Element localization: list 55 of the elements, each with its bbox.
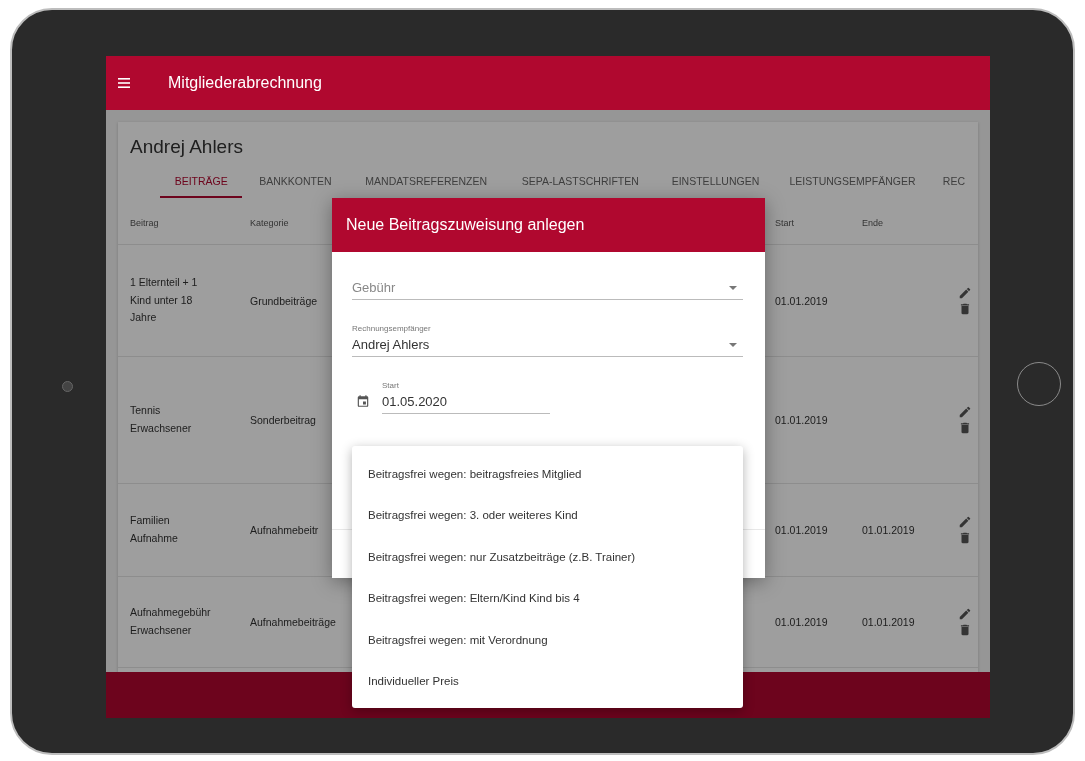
menu-icon[interactable]: [118, 78, 130, 88]
table-cell-text: Familien Aufnahme: [130, 513, 179, 546]
app-title: Mitgliederabrechnung: [168, 74, 322, 92]
tab[interactable]: LEISTUNGSEMPFÄNGER: [775, 166, 930, 198]
table-cell-text: Tennis Erwachsener: [130, 403, 193, 436]
column-header: Beitrag: [130, 218, 159, 228]
table-cell: 01.01.2019: [775, 294, 828, 307]
dialog-title: Neue Beitragszuweisung anlegen: [346, 216, 585, 234]
trash-icon[interactable]: [958, 531, 972, 545]
pencil-icon[interactable]: [958, 405, 972, 419]
table-cell: 01.01.2019: [775, 524, 828, 536]
table-cell-text: Aufnahmegebühr Erwachsener: [130, 605, 210, 638]
table-cell: Aufnahmebeitr: [250, 524, 319, 536]
calendar-icon[interactable]: [356, 394, 370, 408]
trash-icon[interactable]: [958, 421, 972, 435]
member-name: Andrej Ahlers: [130, 135, 244, 159]
table-cell: Grundbeiträge: [250, 294, 318, 307]
dropdown-caret-icon: [729, 342, 737, 347]
tab[interactable]: SEPA-LASTSCHRIFTEN: [505, 166, 656, 198]
select-field[interactable]: Rechnungsempfänger Andrej Ahlers: [352, 324, 743, 357]
table-cell: Aufnahmebeiträge: [250, 616, 336, 628]
table-cell: 01.01.2019: [775, 414, 828, 426]
menu-option[interactable]: Beitragsfrei wegen: Eltern/Kind Kind bis 4: [352, 577, 743, 619]
menu-option[interactable]: Individueller Preis: [352, 660, 743, 702]
menu-option[interactable]: Beitragsfrei wegen: 3. oder weiteres Kind: [352, 494, 743, 536]
table-cell-text: 1 Elternteil + 1 Kind unter 18 Jahre: [130, 274, 199, 326]
column-header: Kategorie: [250, 218, 289, 228]
pencil-icon[interactable]: [958, 515, 972, 529]
camera-dot: [62, 381, 73, 392]
tab[interactable]: BEITRÄGE: [160, 166, 243, 198]
table-cell: 01.01.2019: [862, 616, 915, 628]
menu-option[interactable]: Beitragsfrei wegen: beitragsfreies Mitglied: [352, 453, 743, 495]
date-field[interactable]: Start 01.05.2020: [382, 381, 550, 414]
trash-icon[interactable]: [958, 623, 972, 637]
trash-icon[interactable]: [958, 301, 972, 316]
column-header: Start: [775, 218, 794, 228]
tab[interactable]: MANDATSREFERENZEN: [348, 166, 504, 198]
pencil-icon[interactable]: [958, 607, 972, 621]
select-field[interactable]: Gebühr: [352, 280, 743, 300]
table-cell: Sonderbeitrag: [250, 414, 316, 426]
tab[interactable]: EINSTELLUNGEN: [656, 166, 775, 198]
table-cell: 01.01.2019: [862, 524, 915, 536]
menu-option[interactable]: Beitragsfrei wegen: nur Zusatzbeiträge (z.B. Trainer): [352, 536, 743, 578]
dropdown-caret-icon: [729, 285, 737, 290]
pencil-icon[interactable]: [958, 285, 972, 300]
field-value: 01.05.2020: [382, 394, 449, 409]
field-label: Start: [382, 381, 400, 390]
field-value: Andrej Ahlers: [352, 337, 430, 352]
column-header: Ende: [862, 218, 884, 228]
table-cell: 01.01.2019: [775, 616, 828, 628]
tab[interactable]: REC: [930, 166, 977, 198]
menu-option[interactable]: Beitragsfrei wegen: mit Verordnung: [352, 619, 743, 661]
field-placeholder: Gebühr: [352, 280, 396, 295]
field-label: Rechnungsempfänger: [352, 324, 432, 333]
tab[interactable]: BANKKONTEN: [243, 166, 348, 198]
